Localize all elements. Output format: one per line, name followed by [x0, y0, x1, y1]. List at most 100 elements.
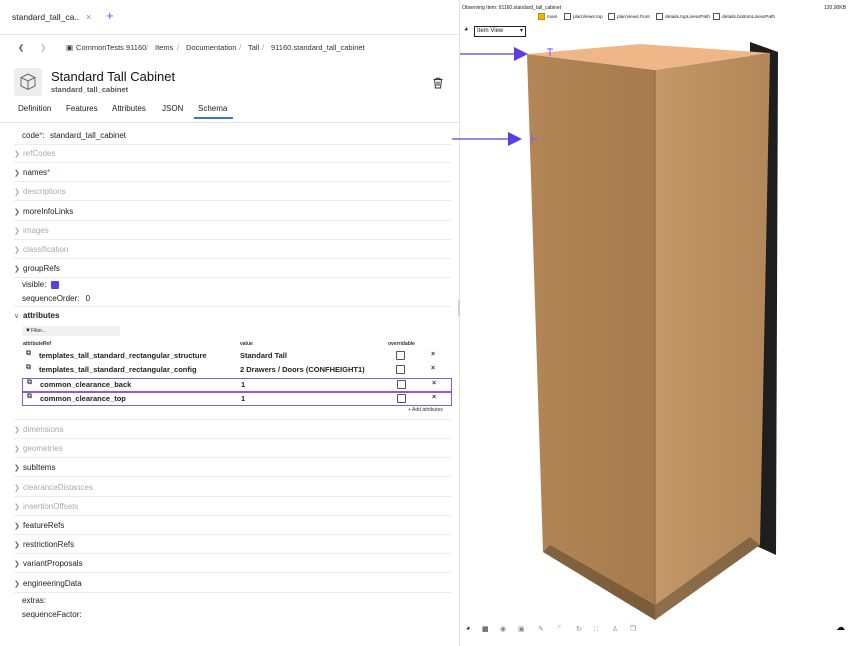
external-link-icon[interactable]: ⧉	[26, 350, 31, 358]
crop-icon[interactable]: ⌜	[558, 625, 561, 633]
overridable-checkbox[interactable]	[396, 351, 405, 360]
tab-bar: Definition Features Attributes JSON Sche…	[0, 102, 459, 123]
attribute-value[interactable]: 2 Drawers / Doors (CONFHEIGHT1)	[240, 365, 365, 374]
schema-row[interactable]: ❯ featureRefs	[14, 521, 454, 530]
cloud-download-icon[interactable]: ☁	[836, 622, 845, 633]
breadcrumb-separator: /	[177, 43, 180, 52]
tab-schema[interactable]: Schema	[194, 104, 234, 119]
schema-row[interactable]: ❯ names*	[14, 168, 454, 177]
remove-attribute-icon[interactable]: ×	[431, 351, 435, 358]
remove-attribute-icon[interactable]: ×	[432, 380, 436, 387]
view-checkbox[interactable]: planViews.top	[564, 13, 603, 20]
schema-row[interactable]: ❯ engineeringData	[14, 579, 454, 588]
chevron-right-icon: ❯	[14, 465, 20, 473]
attribute-row[interactable]: ⧉ templates_tall_standard_rectangular_con…	[22, 364, 450, 376]
checkbox-box[interactable]	[608, 13, 615, 20]
external-link-icon[interactable]: ⧉	[27, 379, 32, 387]
rotate-icon[interactable]: ↻	[576, 625, 582, 633]
breadcrumb-separator: /	[239, 43, 242, 52]
attribute-row[interactable]: ⧉ common_clearance_back 1 ×	[22, 378, 452, 392]
checkbox-box[interactable]	[538, 13, 545, 20]
breadcrumb-separator: /	[146, 43, 149, 52]
extras-field: extras:	[22, 596, 459, 605]
checkbox-box[interactable]	[713, 13, 720, 20]
browser-tab[interactable]: standard_tall_ca.. ×	[8, 6, 100, 28]
attribute-row[interactable]: ⧉ templates_tall_standard_rectangular_str…	[22, 350, 450, 362]
forward-arrow-icon[interactable]: ❯	[40, 38, 46, 58]
divider	[14, 306, 451, 307]
copy-icon[interactable]: ❐	[630, 625, 636, 633]
view-checkbox[interactable]: details.topLinearPath	[656, 13, 710, 20]
schema-row[interactable]: ❯ groupRefs	[14, 264, 454, 273]
checkbox-box[interactable]	[656, 13, 663, 20]
external-link-icon[interactable]: ⧉	[27, 393, 32, 401]
sequence-factor-label: sequenceFactor:	[22, 610, 82, 619]
schema-row[interactable]: ❯ dimensions	[14, 425, 454, 434]
tab-attributes[interactable]: Attributes	[112, 104, 146, 113]
close-icon[interactable]: ×	[86, 6, 91, 28]
schema-row[interactable]: ❯ subItems	[14, 463, 454, 472]
folder-icon: ▣	[66, 43, 74, 52]
chevron-right-icon: ❯	[14, 151, 20, 158]
chevron-right-icon: ❯	[14, 227, 20, 235]
attribute-value[interactable]: 1	[241, 380, 245, 389]
breadcrumb-item[interactable]: Documentation	[186, 38, 236, 58]
checkbox-box[interactable]	[564, 13, 571, 20]
filter-input[interactable]: ▼Filter...	[22, 326, 120, 336]
tab-json[interactable]: JSON	[162, 104, 183, 113]
grid-icon[interactable]: ▦	[482, 625, 489, 633]
view-select[interactable]: Item View ▾	[474, 26, 526, 37]
remove-attribute-icon[interactable]: ×	[431, 365, 435, 372]
overridable-checkbox[interactable]	[397, 394, 406, 403]
schema-row[interactable]: ❯ classification	[14, 245, 454, 254]
overridable-checkbox[interactable]	[396, 365, 405, 374]
orbit-icon[interactable]: ◕	[466, 625, 470, 632]
pen-icon[interactable]: ✎	[538, 625, 544, 633]
attribute-value[interactable]: Standard Tall	[240, 351, 287, 360]
tab-features[interactable]: Features	[66, 104, 98, 113]
breadcrumb: ❮ ❯ ▣ CommonTests 91160 / Items / Docume…	[0, 38, 459, 58]
new-tab-icon[interactable]: +	[106, 8, 114, 23]
remove-attribute-icon[interactable]: ×	[432, 394, 436, 401]
schema-row[interactable]: ❯ restrictionRefs	[14, 540, 454, 549]
layers-icon[interactable]: ▣	[518, 625, 525, 633]
visible-checkbox[interactable]	[50, 280, 59, 289]
back-arrow-icon[interactable]: ❮	[18, 38, 24, 58]
breadcrumb-item[interactable]: Items	[155, 38, 173, 58]
breadcrumb-item[interactable]: 91160.standard_tall_cabinet	[271, 38, 365, 58]
view-checkbox[interactable]: main	[538, 13, 557, 20]
code-field: code*: standard_tall_cabinet	[22, 131, 459, 140]
view-checkbox[interactable]: planViews.front	[608, 13, 650, 20]
schema-row[interactable]: ❯ descriptions	[14, 187, 454, 196]
schema-row[interactable]: ❯ refCodes	[14, 149, 454, 158]
divider	[14, 258, 451, 259]
person-icon[interactable]: ♙	[612, 625, 618, 633]
schema-row[interactable]: ❯ clearanceDistances	[14, 483, 454, 492]
target-icon[interactable]: ◉	[500, 625, 506, 633]
schema-row[interactable]: ❯ insertionOffsets	[14, 502, 454, 511]
divider	[14, 438, 451, 439]
schema-row[interactable]: ❯ images	[14, 226, 454, 235]
attribute-value[interactable]: 1	[241, 394, 245, 403]
divider	[14, 457, 451, 459]
schema-row[interactable]: ❯ moreInfoLinks	[14, 207, 454, 216]
overridable-checkbox[interactable]	[397, 380, 406, 389]
view-checkbox[interactable]: details.bottomLinearPath	[713, 13, 775, 20]
attribute-row[interactable]: ⧉ common_clearance_top 1 ×	[22, 392, 452, 406]
schema-row[interactable]: ❯ variantProposals	[14, 559, 454, 568]
dots-icon[interactable]: ∷	[594, 625, 598, 633]
column-header-value: value	[240, 341, 253, 347]
attributes-section-toggle[interactable]: ∨ attributes	[14, 311, 454, 320]
divider	[14, 162, 451, 163]
schema-row[interactable]: ❯ geometries	[14, 444, 454, 453]
chevron-down-icon: ∨	[14, 313, 20, 320]
external-link-icon[interactable]: ⧉	[26, 364, 31, 372]
code-value[interactable]: standard_tall_cabinet	[50, 131, 126, 140]
sequence-order-value[interactable]: 0	[86, 294, 90, 303]
add-attributes-button[interactable]: + Add attributes	[408, 407, 443, 413]
attribute-ref: templates_tall_standard_rectangular_stru…	[39, 351, 207, 360]
breadcrumb-item[interactable]: CommonTests 91160	[76, 38, 146, 58]
tab-definition[interactable]: Definition	[18, 104, 51, 113]
breadcrumb-item[interactable]: Tall	[248, 38, 259, 58]
schema-row-label: descriptions	[23, 187, 66, 197]
